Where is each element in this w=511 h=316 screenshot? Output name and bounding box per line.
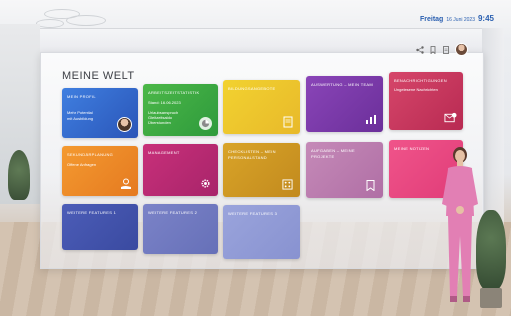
tile-title: Mein Profil xyxy=(67,94,96,99)
tile-title: Management xyxy=(148,150,180,155)
tile-title: Weitere Features 2 xyxy=(148,210,198,215)
tile-weitere-features-1[interactable]: Weitere Features 1 xyxy=(62,204,138,250)
tile-title: Arbeitszeitstatistik xyxy=(148,90,200,95)
tile-title: Bildungsangebote xyxy=(228,86,276,91)
date-text: 16 Juni 2023 xyxy=(446,17,475,23)
tile-title: Sekundärplanung xyxy=(67,152,114,157)
profile-avatar-icon xyxy=(117,117,132,132)
tile-title: Weitere Features 1 xyxy=(67,210,117,215)
plant-icon xyxy=(8,150,30,200)
share-icon[interactable] xyxy=(416,45,424,54)
page-title: MEINE WELT xyxy=(62,70,135,82)
tile-title: Aufgaben – Meine Projekte xyxy=(311,148,355,159)
user-avatar-icon[interactable] xyxy=(455,43,468,56)
tile-line: Mehr Potential xyxy=(67,110,93,115)
date-day: Freitag xyxy=(420,16,444,23)
gear-icon xyxy=(199,177,212,190)
tile-line: Überstunden xyxy=(148,120,171,125)
tile-title: Benachrichtigungen xyxy=(394,78,447,83)
ceiling-light-icon xyxy=(36,19,64,28)
tile-line: Stand: 16.06.2023 xyxy=(148,100,181,105)
tile-auswertung-mein-team[interactable]: Auswertung – Mein Team xyxy=(306,76,383,132)
tile-title: Auswertung – Mein Team xyxy=(311,82,374,87)
tile-title: Weitere Features 3 xyxy=(228,211,278,216)
tile-aufgaben-projekte[interactable]: Aufgaben – Meine Projekte xyxy=(306,142,383,198)
plant-pot xyxy=(480,288,502,308)
tile-line: mit Ausbildung xyxy=(67,116,94,121)
ceiling-light-icon xyxy=(66,15,106,26)
bookmark-icon[interactable] xyxy=(429,45,437,54)
office-background: Freitag 16 Juni 2023 9:45 MEINE WELT Mei… xyxy=(0,0,511,316)
tile-mein-profil[interactable]: Mein Profil Mehr Potential mit Ausbildun… xyxy=(62,88,138,138)
tile-line: Ungelesene Nachrichten xyxy=(394,87,438,92)
tile-checklisten-personalstand[interactable]: Checklisten – Mein Personalstand xyxy=(223,143,300,197)
tile-benachrichtigungen[interactable]: Benachrichtigungen Ungelesene Nachrichte… xyxy=(389,72,463,130)
tile-sekundaerplanung[interactable]: Sekundärplanung Offene Anfragen xyxy=(62,146,138,196)
tile-weitere-features-2[interactable]: Weitere Features 2 xyxy=(143,204,218,254)
document-icon[interactable] xyxy=(442,45,450,54)
tile-weitere-features-3[interactable]: Weitere Features 3 xyxy=(223,205,300,259)
top-toolbar xyxy=(416,43,468,56)
pie-chart-icon xyxy=(199,117,212,130)
tile-arbeitszeitstatistik[interactable]: Arbeitszeitstatistik Stand: 16.06.2023 U… xyxy=(143,84,218,136)
date-time-display: Freitag 16 Juni 2023 9:45 xyxy=(420,14,494,23)
abacus-icon xyxy=(281,178,294,191)
document-icon xyxy=(281,115,294,128)
tile-line: Offene Anfragen xyxy=(67,162,97,167)
bookmark-icon xyxy=(364,179,377,192)
tile-bildungsangebote[interactable]: Bildungsangebote xyxy=(223,80,300,134)
hand-coin-icon xyxy=(119,177,132,190)
tile-title: Checklisten – Mein Personalstand xyxy=(228,149,276,160)
plant-icon xyxy=(476,210,506,290)
tile-management[interactable]: Management xyxy=(143,144,218,196)
bar-chart-icon xyxy=(364,113,377,126)
clock-time: 9:45 xyxy=(477,14,494,23)
mail-check-icon xyxy=(444,111,457,124)
